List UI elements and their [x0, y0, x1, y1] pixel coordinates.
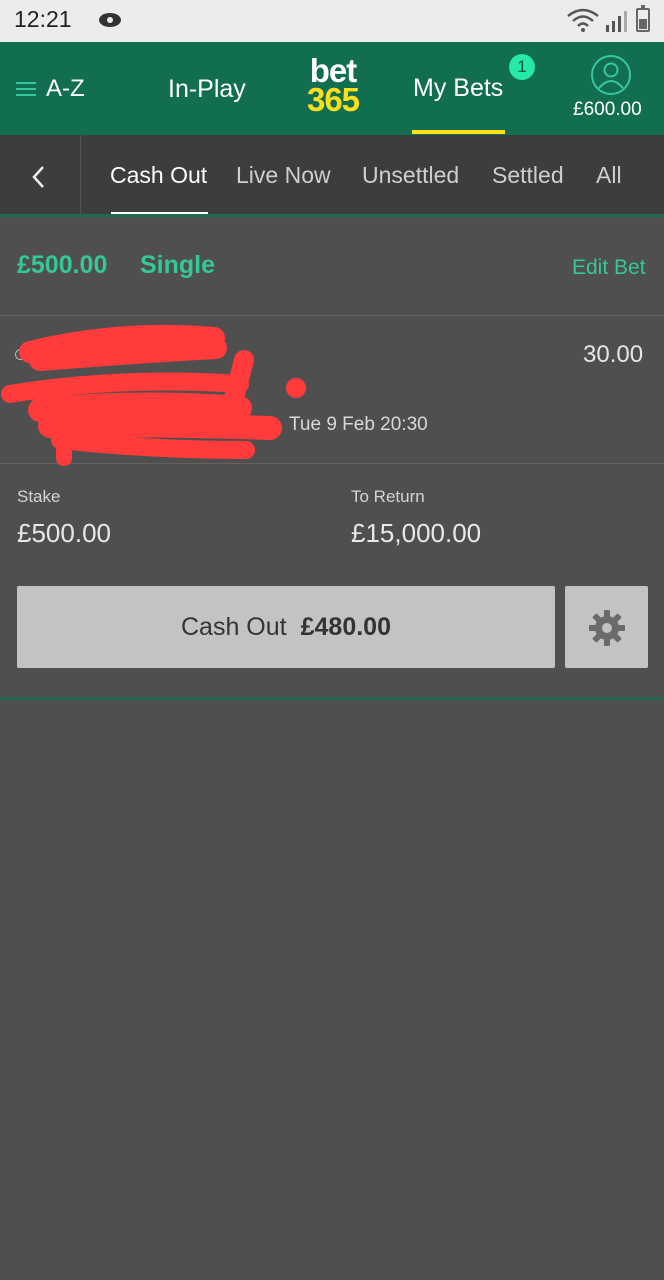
account-balance[interactable]: £600.00 — [573, 99, 642, 121]
bet-type: Single — [140, 251, 216, 279]
redaction-scribble — [1, 324, 306, 466]
bet365-logo[interactable]: bet 365 — [300, 54, 366, 118]
tab-unsettled[interactable]: Unsettled — [362, 162, 459, 189]
signal-icon — [605, 9, 627, 38]
tab-cash-out[interactable]: Cash Out — [110, 162, 207, 189]
status-time: 12:21 — [14, 6, 72, 32]
return-value: £15,000.00 — [351, 518, 482, 548]
cash-out-button[interactable]: Cash Out £480.00 — [17, 586, 555, 668]
account-icon[interactable] — [590, 54, 632, 101]
hamburger-icon — [16, 78, 36, 100]
app-header: A-Z In-Play bet 365 My Bets 1 £600.00 — [0, 42, 664, 135]
stake-value: £500.00 — [17, 518, 111, 548]
mybets-count-badge: 1 — [509, 54, 535, 80]
bet-returns: Stake £500.00 To Return £15,000.00 — [0, 465, 664, 585]
selection-odds: 30.00 — [583, 341, 644, 368]
bet-selection: 30.00 Tue 9 Feb 20:30 — [0, 316, 664, 466]
cash-out-amount: £480.00 — [300, 613, 391, 641]
cash-out-label: Cash Out — [181, 613, 287, 641]
bet-card-header: £500.00 Single Edit Bet — [0, 217, 664, 316]
az-menu-button[interactable]: A-Z — [16, 75, 85, 103]
tab-settled[interactable]: Settled — [492, 162, 564, 189]
wifi-icon — [566, 8, 600, 37]
bet-stake-title: £500.00 — [17, 251, 108, 279]
logo-line2: 365 — [306, 81, 360, 118]
return-label: To Return — [351, 487, 425, 506]
chevron-left-icon — [32, 166, 44, 188]
inplay-link[interactable]: In-Play — [168, 75, 246, 104]
az-label: A-Z — [46, 75, 85, 102]
tab-all[interactable]: All — [596, 162, 622, 189]
edit-bet-button[interactable]: Edit Bet — [572, 256, 646, 280]
stake-label: Stake — [17, 487, 61, 506]
mybets-tabbar: Cash Out Live Now Unsettled Settled All — [0, 135, 664, 215]
divider — [0, 697, 664, 700]
back-button[interactable] — [0, 135, 81, 215]
eye-icon — [98, 10, 124, 35]
gear-icon — [589, 610, 625, 646]
battery-icon — [636, 5, 650, 32]
mybets-active-indicator — [412, 130, 505, 134]
status-bar: 12:21 — [0, 0, 664, 42]
mybets-link[interactable]: My Bets — [413, 74, 503, 103]
cash-out-settings-button[interactable] — [565, 586, 648, 668]
tab-live-now[interactable]: Live Now — [236, 162, 331, 189]
